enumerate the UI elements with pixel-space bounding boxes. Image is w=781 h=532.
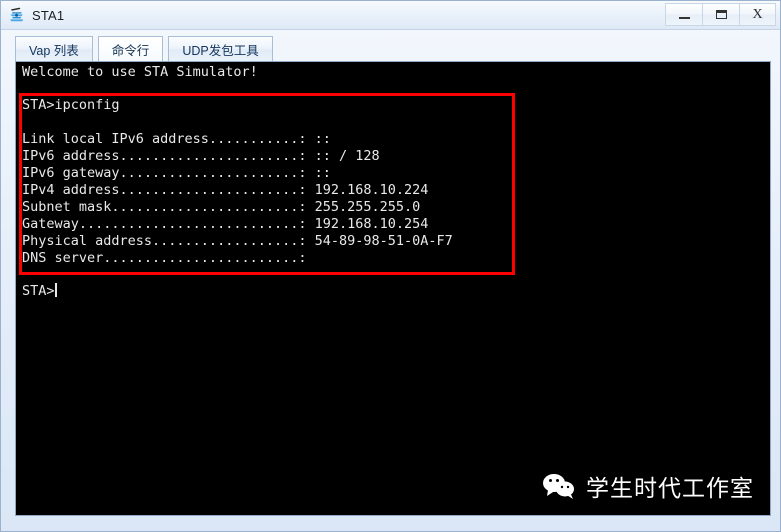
close-icon: X [752, 6, 763, 22]
output-line-physical-address: Physical address..................: 54-8… [22, 233, 453, 249]
minimize-icon [678, 17, 690, 19]
maximize-icon [715, 10, 727, 19]
output-line-gateway: Gateway...........................: 192.… [22, 216, 429, 232]
output-line-subnet-mask: Subnet mask.......................: 255.… [22, 199, 421, 215]
tab-udp-tool[interactable]: UDP发包工具 [168, 36, 273, 61]
wechat-icon [542, 472, 576, 500]
terminal-command-line: STA>ipconfig [22, 97, 120, 113]
tab-udp-tool-label: UDP发包工具 [182, 43, 259, 58]
tab-strip: Vap 列表 命令行 UDP发包工具 [15, 35, 278, 61]
sta1-window: STA1 X Vap 列表 命令行 UDP发包工具 Welcome to use [0, 0, 781, 532]
output-line-link-local-ipv6: Link local IPv6 address...........: :: [22, 131, 331, 147]
output-line-ipv6-gateway: IPv6 gateway......................: :: [22, 165, 331, 181]
output-line-ipv6-address: IPv6 address......................: :: /… [22, 148, 380, 164]
sta-device-icon [8, 6, 26, 24]
terminal-prompt-line[interactable]: STA> [22, 283, 57, 300]
terminal-welcome-line: Welcome to use STA Simulator! [22, 64, 258, 80]
window-controls: X [665, 3, 776, 26]
tab-command-line[interactable]: 命令行 [97, 36, 164, 61]
watermark-text: 学生时代工作室 [586, 476, 754, 502]
terminal-prompt-text: STA> [22, 283, 55, 299]
maximize-button[interactable] [702, 3, 739, 26]
tab-vap-list[interactable]: Vap 列表 [15, 36, 93, 61]
tab-vap-list-label: Vap 列表 [29, 43, 79, 58]
close-button[interactable]: X [739, 3, 776, 26]
window-title: STA1 [32, 7, 65, 23]
output-line-dns-server: DNS server........................: [22, 250, 307, 266]
ipconfig-output-block: STA>ipconfig Link local IPv6 address....… [22, 97, 453, 267]
output-line-ipv4-address: IPv4 address......................: 192.… [22, 182, 429, 198]
text-cursor [54, 283, 57, 297]
title-bar: STA1 X [1, 1, 780, 30]
terminal-console[interactable]: Welcome to use STA Simulator! STA>ipconf… [15, 61, 771, 516]
terminal-content: Welcome to use STA Simulator! STA>ipconf… [16, 62, 770, 515]
tab-command-line-label: 命令行 [111, 43, 150, 58]
watermark: 学生时代工作室 [542, 469, 754, 503]
minimize-button[interactable] [665, 3, 702, 26]
